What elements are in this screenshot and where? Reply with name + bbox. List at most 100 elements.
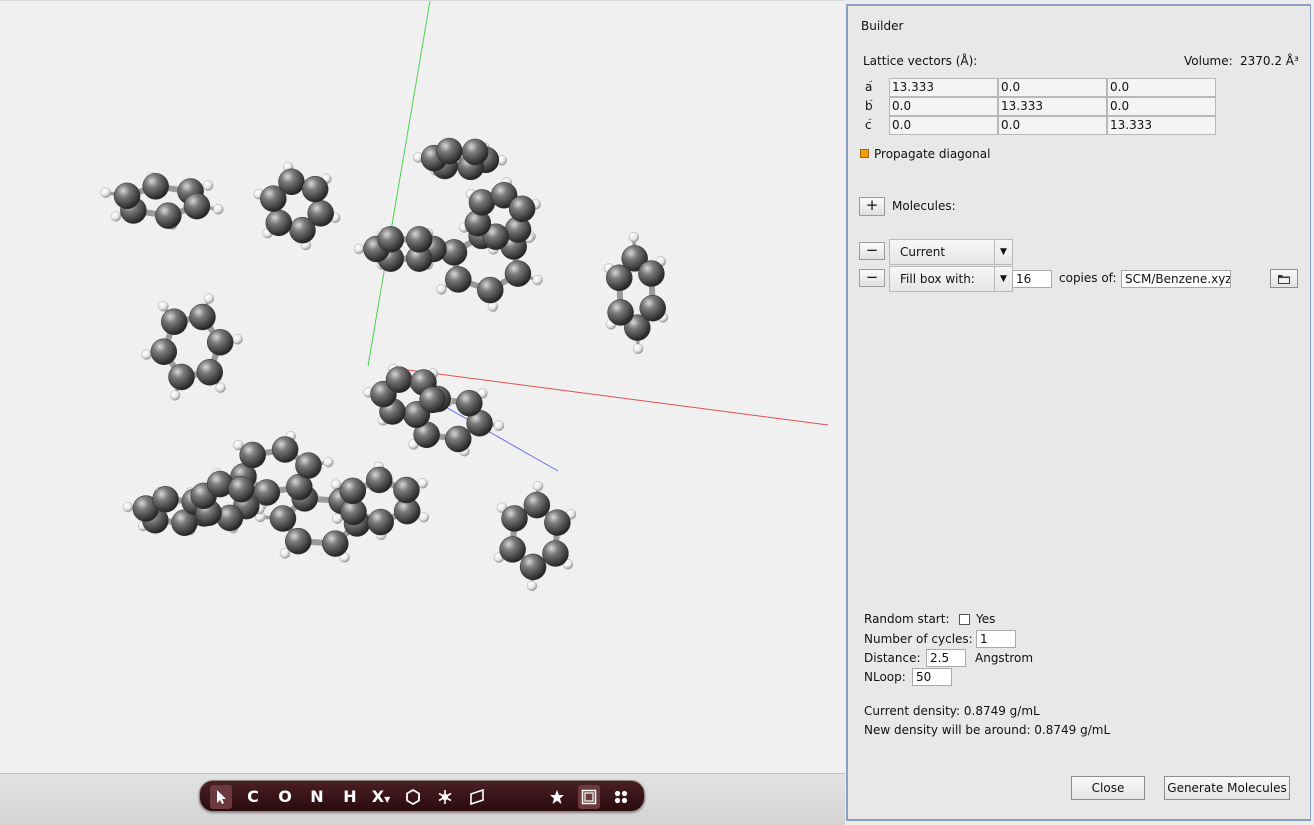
hydrogen-atom[interactable] [111,211,121,221]
carbon-atom[interactable] [228,476,254,502]
select-tool-button[interactable] [210,785,232,809]
lattice-a-y[interactable]: 0.0 [998,78,1107,97]
carbon-tool-button[interactable]: C [242,785,264,809]
carbon-atom[interactable] [456,390,482,416]
carbon-atom[interactable] [114,183,140,209]
lattice-a-z[interactable]: 0.0 [1107,78,1216,97]
browse-file-button[interactable] [1270,269,1298,288]
cycles-input[interactable]: 1 [976,630,1016,648]
carbon-atom[interactable] [143,173,169,199]
nitrogen-tool-button[interactable]: N [306,785,328,809]
carbon-atom[interactable] [155,203,181,229]
hydrogen-atom[interactable] [419,512,429,522]
lattice-c-y[interactable]: 0.0 [998,116,1107,135]
carbon-atom[interactable] [445,266,471,292]
hydrogen-atom[interactable] [494,421,504,431]
carbon-atom[interactable] [197,359,223,385]
propagate-diagonal-checkbox[interactable] [860,149,869,158]
lattice-b-y[interactable]: 13.333 [998,97,1107,116]
carbon-atom[interactable] [366,467,392,493]
hydrogen-atom[interactable] [533,275,543,285]
lattice-c-x[interactable]: 0.0 [889,116,998,135]
carbon-atom[interactable] [462,139,488,165]
carbon-atom[interactable] [272,437,298,463]
hydrogen-atom[interactable] [323,457,333,467]
hydrogen-atom[interactable] [216,383,226,393]
carbon-atom[interactable] [445,426,471,452]
hydrogen-atom[interactable] [436,285,446,295]
carbon-atom[interactable] [378,226,404,252]
lattice-c-z[interactable]: 13.333 [1107,116,1216,135]
carbon-atom[interactable] [406,226,432,252]
carbon-atom[interactable] [161,309,187,335]
carbon-atom[interactable] [302,176,328,202]
carbon-atom[interactable] [184,193,210,219]
structure-tool-button[interactable] [434,785,456,809]
hydrogen-atom[interactable] [633,344,643,354]
ring-tool-button[interactable] [402,785,424,809]
molecule-source-combo[interactable]: Current ▼ [889,239,1013,265]
hydrogen-atom[interactable] [204,294,214,304]
lattice-b-x[interactable]: 0.0 [889,97,998,116]
nloop-input[interactable]: 50 [912,668,952,686]
carbon-atom[interactable] [368,509,394,535]
carbon-atom[interactable] [386,367,412,393]
carbon-atom[interactable] [340,478,366,504]
carbon-atom[interactable] [638,261,664,287]
carbon-atom[interactable] [151,339,177,365]
carbon-atom[interactable] [436,138,462,164]
carbon-atom[interactable] [544,510,570,536]
hydrogen-atom[interactable] [158,301,168,311]
carbon-atom[interactable] [266,210,292,236]
carbon-atom[interactable] [169,364,195,390]
favorite-tool-button[interactable] [546,785,568,809]
carbon-atom[interactable] [270,506,296,532]
carbon-atom[interactable] [505,261,531,287]
carbon-atom[interactable] [524,492,550,518]
molecules-tool-button[interactable] [610,785,632,809]
carbon-atom[interactable] [295,453,321,479]
hydrogen-tool-button[interactable]: H [339,785,361,809]
random-start-checkbox[interactable] [959,614,970,625]
carbon-atom[interactable] [500,536,526,562]
hydrogen-atom[interactable] [203,181,213,191]
hydrogen-atom[interactable] [123,502,133,512]
carbon-atom[interactable] [153,486,179,512]
box-tool-button[interactable] [578,785,600,809]
carbon-atom[interactable] [322,531,348,557]
add-molecule-button[interactable]: + [859,197,885,216]
hydrogen-atom[interactable] [629,232,639,242]
plane-tool-button[interactable] [466,785,488,809]
hydrogen-atom[interactable] [141,350,151,360]
carbon-atom[interactable] [509,196,535,222]
carbon-atom[interactable] [420,387,446,413]
hydrogen-atom[interactable] [527,581,537,591]
hydrogen-atom[interactable] [354,244,364,254]
fill-mode-combo[interactable]: Fill box with: ▼ [889,266,1013,292]
close-button[interactable]: Close [1071,776,1145,800]
element-tool-button[interactable]: X▼ [370,785,392,809]
copies-input[interactable]: 16 [1012,270,1052,288]
hydrogen-atom[interactable] [233,334,243,344]
hydrogen-atom[interactable] [101,188,111,198]
carbon-atom[interactable] [542,541,568,567]
carbon-atom[interactable] [289,217,315,243]
hydrogen-atom[interactable] [213,204,223,214]
carbon-atom[interactable] [285,528,311,554]
carbon-atom[interactable] [393,477,419,503]
oxygen-tool-button[interactable]: O [274,785,296,809]
molecule-file-input[interactable]: SCM/Benzene.xyz [1121,270,1231,288]
hydrogen-atom[interactable] [533,481,543,491]
remove-fill-button[interactable]: − [859,269,885,287]
carbon-atom[interactable] [207,329,233,355]
carbon-atom[interactable] [477,277,503,303]
carbon-atom[interactable] [189,304,215,330]
carbon-atom[interactable] [502,505,528,531]
lattice-b-z[interactable]: 0.0 [1107,97,1216,116]
carbon-atom[interactable] [520,554,546,580]
molecule-scene[interactable] [0,1,845,773]
lattice-a-x[interactable]: 13.333 [889,78,998,97]
generate-molecules-button[interactable]: Generate Molecules [1164,776,1290,800]
distance-input[interactable]: 2.5 [926,649,966,667]
carbon-atom[interactable] [240,442,266,468]
